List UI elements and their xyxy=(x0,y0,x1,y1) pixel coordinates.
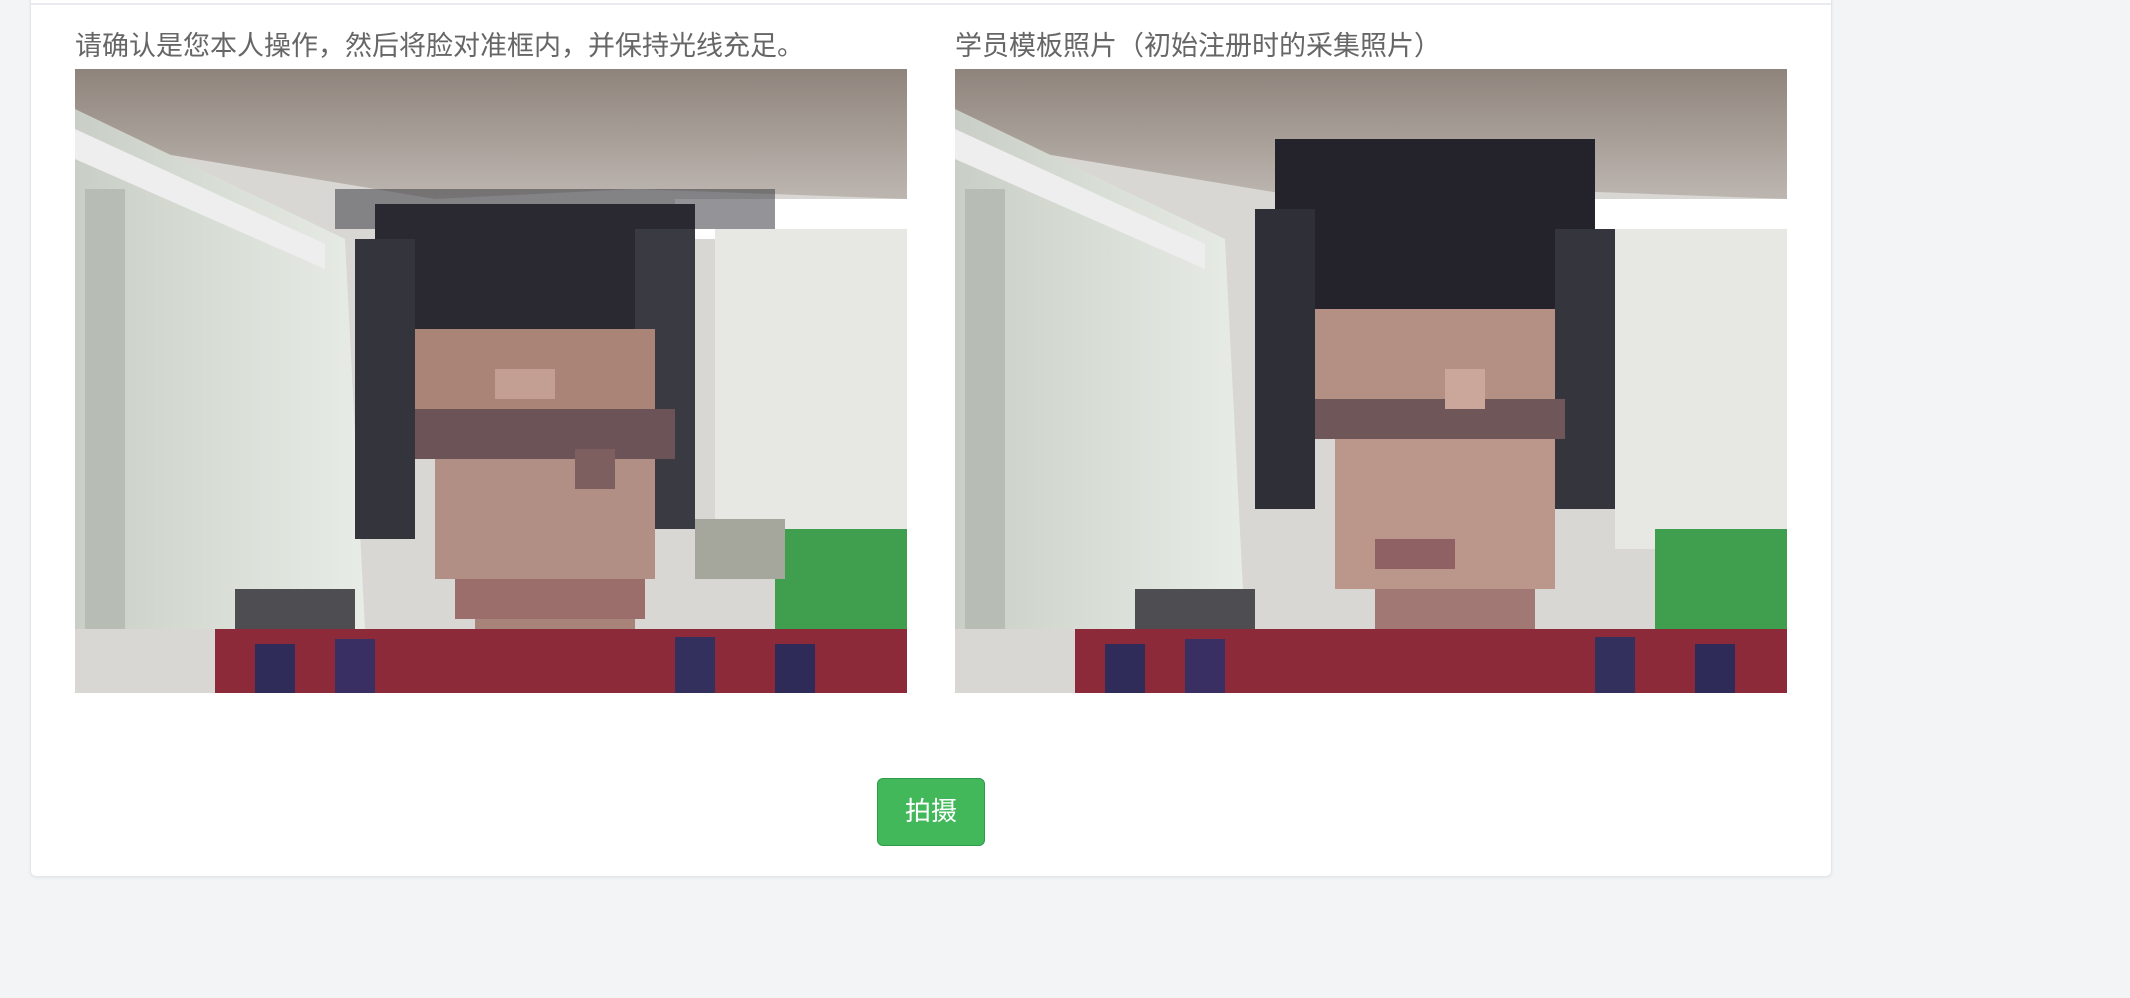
live-camera-panel: 请确认是您本人操作，然后将脸对准框内，并保持光线充足。 xyxy=(75,27,907,693)
live-camera-caption: 请确认是您本人操作，然后将脸对准框内，并保持光线充足。 xyxy=(75,31,804,62)
capture-button[interactable]: 拍摄 xyxy=(877,778,985,846)
card-divider xyxy=(31,3,1831,5)
template-photo-image xyxy=(955,69,1787,693)
live-camera-image xyxy=(75,69,907,693)
live-camera-feed xyxy=(75,69,907,693)
face-verification-card: 请确认是您本人操作，然后将脸对准框内，并保持光线充足。 学员模板照片（初始注册时… xyxy=(30,0,1832,877)
template-photo-caption: 学员模板照片（初始注册时的采集照片） xyxy=(955,31,1441,62)
capture-button-row: 拍摄 xyxy=(31,778,1831,846)
template-photo-panel: 学员模板照片（初始注册时的采集照片） xyxy=(955,27,1787,693)
template-photo xyxy=(955,69,1787,693)
